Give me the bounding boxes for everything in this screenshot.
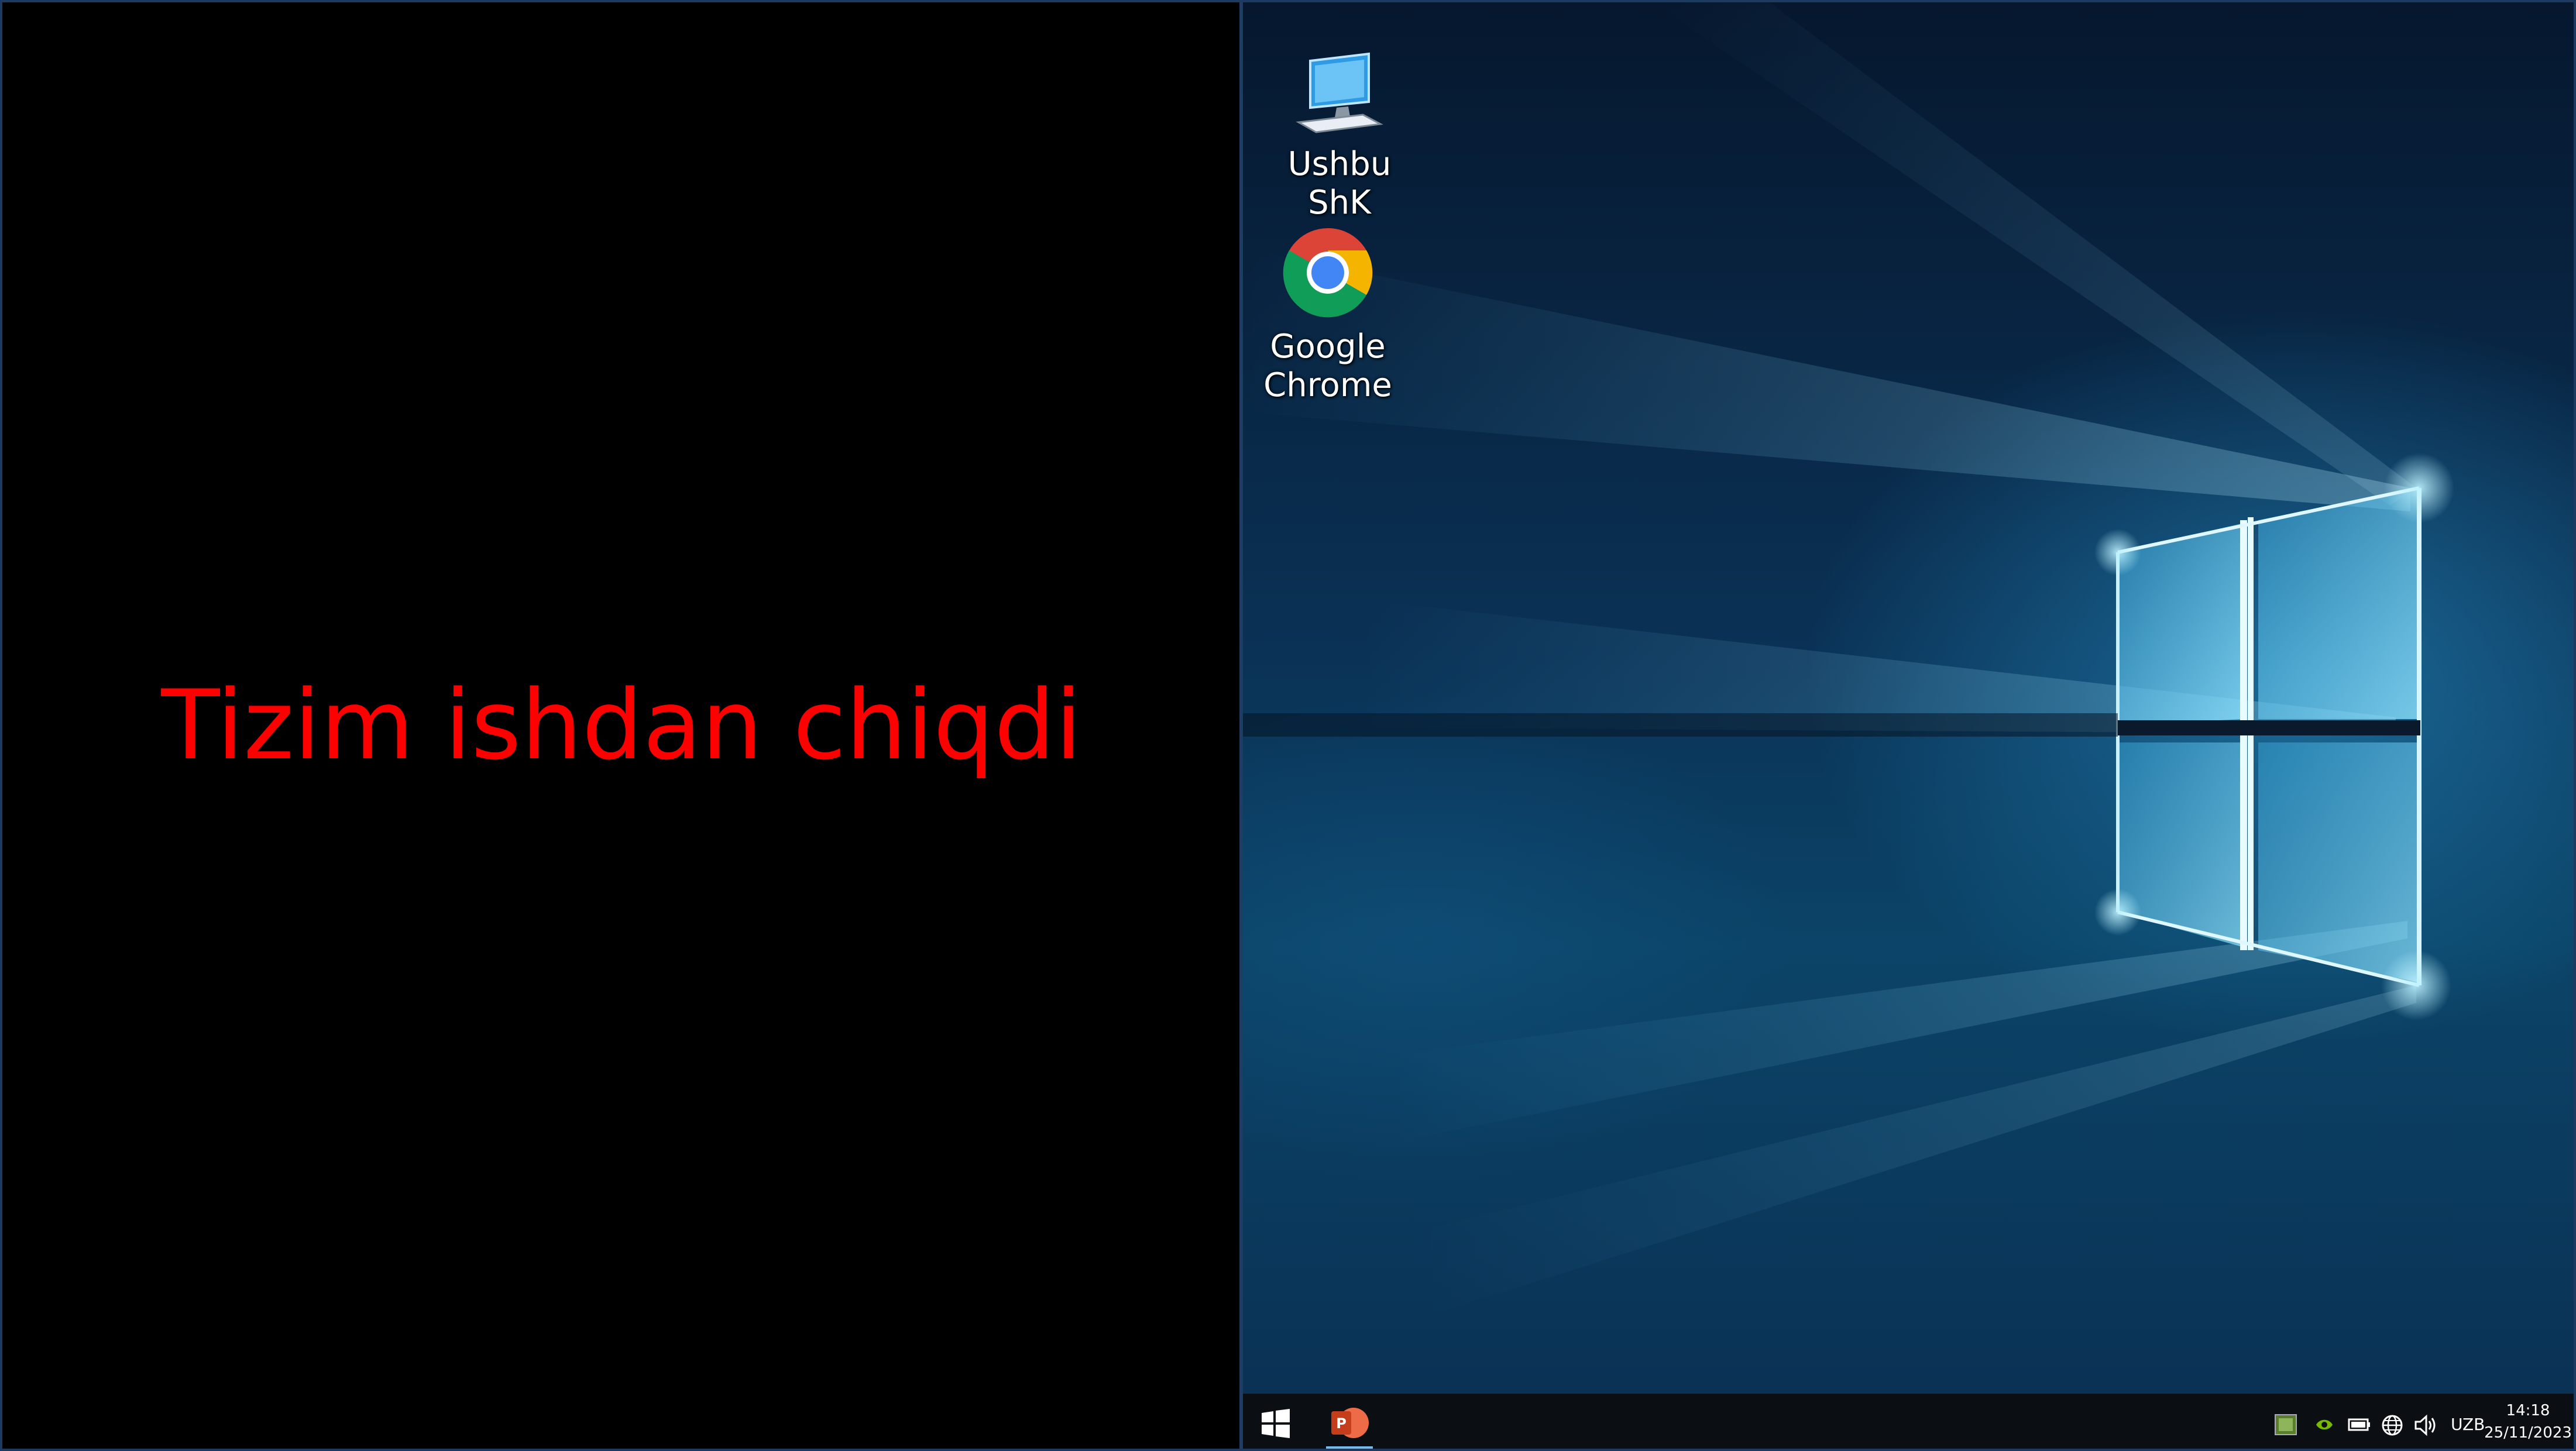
windows-wallpaper [1243, 2, 2454, 1319]
desktop [1243, 2, 2574, 1449]
clock-date: 25/11/2023 [2484, 1424, 2572, 1442]
system-failure-message: Tizim ishdan chiqdi [161, 669, 1082, 781]
desktop-icon-google-chrome[interactable]: Google Chrome [1240, 226, 1416, 405]
chrome-icon [1283, 228, 1373, 318]
taskbar-app-powerpoint[interactable]: P [1320, 1394, 1379, 1449]
nvidia-icon[interactable] [2314, 1415, 2335, 1438]
network-globe-icon[interactable] [2381, 1414, 2404, 1440]
input-language-indicator[interactable]: UZB [2451, 1415, 2485, 1434]
desktop-icon-label: Ushbu ShK [1287, 145, 1392, 222]
desktop-icon-label: Google Chrome [1263, 328, 1392, 404]
windows-logo-icon [1262, 1409, 1290, 1438]
this-pc-icon [1296, 52, 1383, 133]
active-app-indicator [1326, 1446, 1373, 1449]
start-button[interactable] [1260, 1408, 1291, 1439]
clock-time: 14:18 [2506, 1402, 2550, 1419]
app-tray-icon[interactable] [2274, 1414, 2297, 1439]
powerpoint-icon: P [1331, 1408, 1369, 1438]
crash-panel: Tizim ishdan chiqdi [2, 2, 1241, 1449]
screen-frame: Tizim ishdan chiqdi Ushbu ShK Google Chr… [0, 0, 2576, 1451]
taskbar: P UZB 14:18 25/11/2023 [1243, 1394, 2574, 1449]
svg-text:P: P [1336, 1415, 1347, 1432]
desktop-icon-this-pc[interactable]: Ushbu ShK [1252, 49, 1427, 222]
battery-icon[interactable] [2348, 1416, 2371, 1436]
system-clock[interactable]: 14:18 25/11/2023 [2484, 1400, 2572, 1444]
volume-icon[interactable] [2413, 1414, 2438, 1440]
